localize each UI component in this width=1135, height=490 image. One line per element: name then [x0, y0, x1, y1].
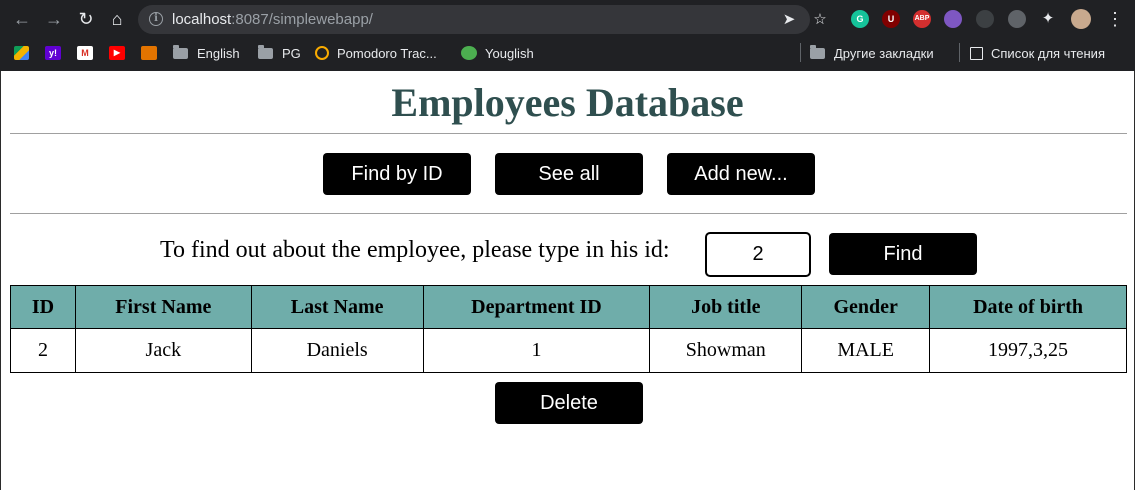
browser-toolbar: ← → ↻ ⌂ i localhost:8087/simplewebapp/ ➤…: [0, 0, 1135, 38]
bookmark-drive-icon[interactable]: [14, 43, 37, 63]
back-icon[interactable]: ←: [11, 8, 33, 30]
star-icon[interactable]: ☆: [812, 12, 828, 28]
bookmarks-bar: y! M ▶ English PG Pomodoro Trac... Yougl…: [0, 38, 1135, 67]
bookmark-youtube-icon[interactable]: ▶: [109, 43, 133, 63]
home-icon[interactable]: ⌂: [106, 8, 128, 30]
bookmark-pg[interactable]: PG: [258, 43, 301, 63]
bookmark-youglish[interactable]: Youglish: [461, 43, 534, 63]
bookmark-gmail-icon[interactable]: M: [77, 43, 101, 63]
folder-icon: [173, 44, 188, 59]
bookmark-separator: [800, 43, 801, 62]
employees-table: ID First Name Last Name Department ID Jo…: [10, 285, 1127, 373]
divider: [10, 133, 1127, 134]
see-all-button[interactable]: See all: [495, 153, 643, 195]
employee-id-input[interactable]: [705, 232, 811, 277]
column-header-gender: Gender: [801, 285, 931, 329]
table-header-row: ID First Name Last Name Department ID Jo…: [10, 285, 1127, 329]
page-title: Employees Database: [391, 80, 744, 125]
address-bar[interactable]: i localhost:8087/simplewebapp/ ➤: [138, 5, 810, 34]
column-header-first-name: First Name: [74, 285, 252, 329]
extension-icon[interactable]: [976, 10, 994, 28]
browser-chrome: ← → ↻ ⌂ i localhost:8087/simplewebapp/ ➤…: [0, 0, 1135, 71]
bookmark-site-icon[interactable]: [141, 43, 165, 63]
folder-icon: [258, 44, 273, 59]
add-new-button[interactable]: Add new...: [667, 153, 815, 195]
site-info-icon[interactable]: i: [149, 12, 163, 26]
reading-list[interactable]: Список для чтения: [970, 43, 1105, 63]
cell-first-name: Jack: [74, 328, 252, 373]
bookmark-separator: [959, 43, 960, 62]
grammarly-icon[interactable]: G: [851, 10, 869, 28]
ublock-icon[interactable]: U: [882, 10, 900, 28]
puzzle-icon[interactable]: ✦: [1040, 11, 1056, 27]
cell-date-of-birth: 1997,3,25: [929, 328, 1127, 373]
forward-icon[interactable]: →: [43, 8, 65, 30]
search-prompt: To find out about the employee, please t…: [160, 237, 670, 263]
table-row: 2 Jack Daniels 1 Showman MALE 1997,3,25: [10, 328, 1127, 373]
cell-last-name: Daniels: [250, 328, 424, 373]
column-header-last-name: Last Name: [250, 285, 424, 329]
divider: [10, 213, 1127, 214]
url-text[interactable]: localhost:8087/simplewebapp/: [172, 11, 373, 28]
adblock-plus-icon[interactable]: ABP: [913, 10, 931, 28]
cell-gender: MALE: [801, 328, 931, 373]
extension-icon[interactable]: [944, 10, 962, 28]
avatar[interactable]: [1071, 9, 1091, 29]
delete-button[interactable]: Delete: [495, 382, 643, 424]
page-content: Employees Database Find by ID See all Ad…: [0, 71, 1135, 490]
reload-icon[interactable]: ↻: [75, 8, 97, 30]
find-button[interactable]: Find: [829, 233, 977, 275]
folder-icon: [810, 44, 825, 59]
column-header-date-of-birth: Date of birth: [929, 285, 1127, 329]
cell-id: 2: [10, 328, 76, 373]
column-header-department-id: Department ID: [422, 285, 651, 329]
menu-icon[interactable]: ⋮: [1106, 9, 1124, 29]
bookmark-pomodoro[interactable]: Pomodoro Trac...: [315, 43, 437, 63]
extension-icon[interactable]: [1008, 10, 1026, 28]
column-header-job-title: Job title: [649, 285, 803, 329]
reading-list-icon: [970, 46, 983, 60]
find-by-id-button[interactable]: Find by ID: [323, 153, 471, 195]
column-header-id: ID: [10, 285, 76, 329]
other-bookmarks[interactable]: Другие закладки: [810, 43, 934, 63]
send-icon[interactable]: ➤: [781, 12, 797, 28]
cell-department-id: 1: [422, 328, 651, 373]
bookmark-yahoo-icon[interactable]: y!: [45, 43, 69, 63]
bookmark-english[interactable]: English: [173, 43, 240, 63]
cell-job-title: Showman: [649, 328, 803, 373]
youglish-icon: [461, 46, 477, 60]
pomodoro-icon: [315, 46, 329, 60]
